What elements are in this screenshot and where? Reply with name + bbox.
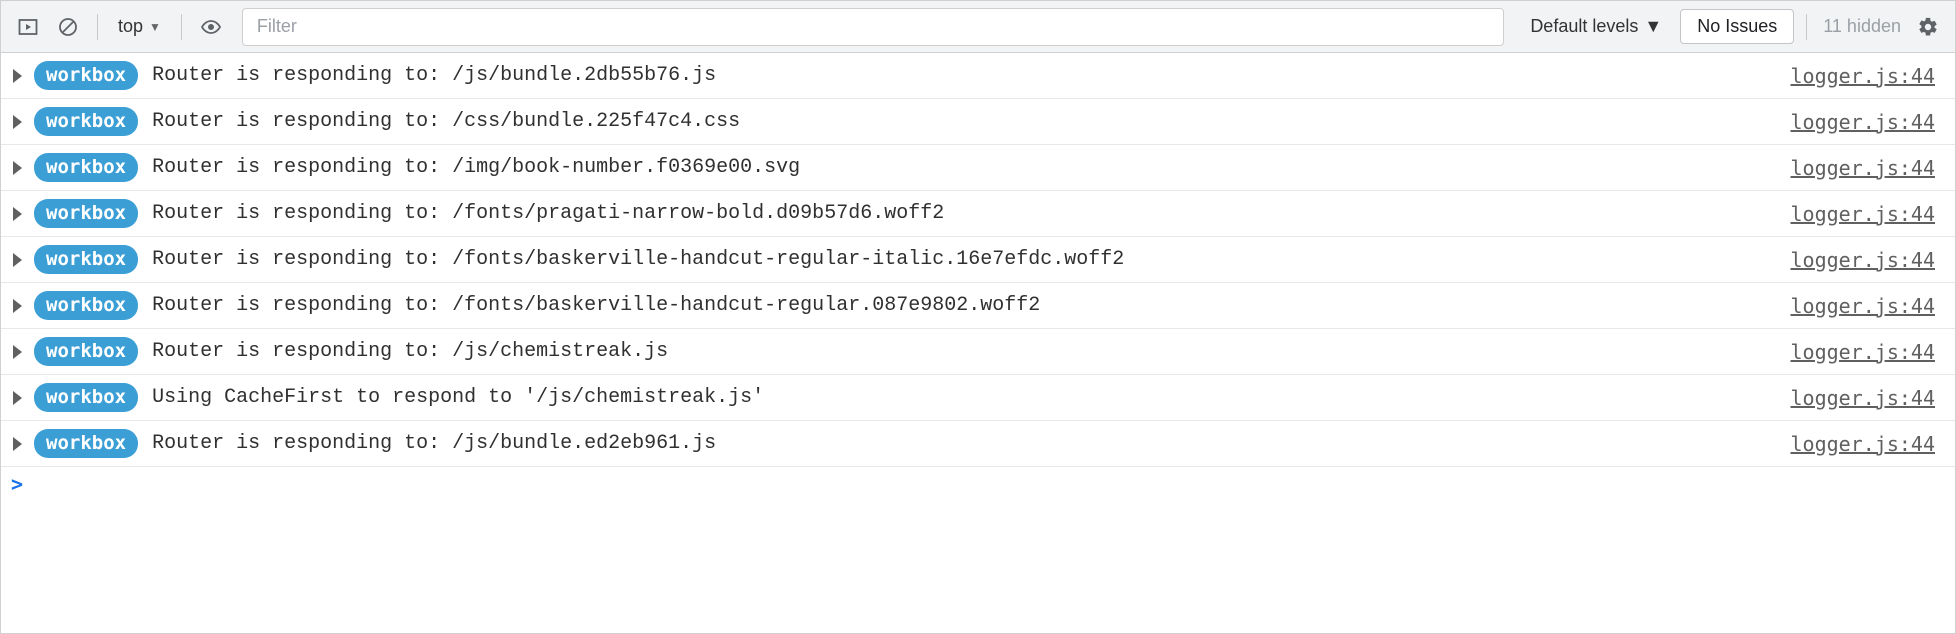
log-message: Router is responding to: /fonts/pragati-…	[152, 202, 1790, 225]
toggle-sidebar-button[interactable]	[11, 10, 45, 44]
eye-icon	[200, 16, 222, 38]
log-source-link[interactable]: logger.js:44	[1791, 64, 1944, 88]
log-tag-badge: workbox	[34, 429, 138, 458]
execution-context-selector[interactable]: top ▼	[110, 12, 169, 41]
log-tag-badge: workbox	[34, 291, 138, 320]
filter-input[interactable]	[242, 8, 1504, 46]
console-log-row[interactable]: workbox Router is responding to: /js/chem…	[1, 329, 1955, 375]
log-message: Router is responding to: /fonts/baskervi…	[152, 248, 1790, 271]
log-source-link[interactable]: logger.js:44	[1791, 202, 1944, 226]
log-tag-badge: workbox	[34, 107, 138, 136]
toolbar-divider	[1806, 14, 1807, 40]
context-label: top	[118, 16, 143, 37]
expand-arrow-icon[interactable]	[13, 345, 22, 359]
expand-arrow-icon[interactable]	[13, 437, 22, 451]
toolbar-divider	[97, 14, 98, 40]
console-prompt-row[interactable]: >	[1, 467, 1955, 501]
log-source-link[interactable]: logger.js:44	[1791, 432, 1944, 456]
chevron-down-icon: ▼	[1644, 16, 1662, 37]
chevron-down-icon: ▼	[149, 20, 161, 34]
console-toolbar: top ▼ Default levels ▼ No Issues 11 hidd…	[1, 1, 1955, 53]
prompt-caret-icon: >	[11, 472, 23, 496]
hidden-count-label[interactable]: 11 hidden	[1819, 16, 1905, 37]
log-tag-badge: workbox	[34, 337, 138, 366]
expand-arrow-icon[interactable]	[13, 253, 22, 267]
log-message: Router is responding to: /fonts/baskervi…	[152, 294, 1790, 317]
console-log-row[interactable]: workbox Router is responding to: /fonts/b…	[1, 237, 1955, 283]
expand-arrow-icon[interactable]	[13, 161, 22, 175]
expand-arrow-icon[interactable]	[13, 299, 22, 313]
log-message: Router is responding to: /css/bundle.225…	[152, 110, 1790, 133]
log-tag-badge: workbox	[34, 61, 138, 90]
log-message: Using CacheFirst to respond to '/js/chem…	[152, 386, 1790, 409]
expand-arrow-icon[interactable]	[13, 69, 22, 83]
console-log-row[interactable]: workbox Using CacheFirst to respond to '/…	[1, 375, 1955, 421]
log-tag-badge: workbox	[34, 245, 138, 274]
clear-console-button[interactable]	[51, 10, 85, 44]
expand-arrow-icon[interactable]	[13, 391, 22, 405]
console-settings-button[interactable]	[1911, 10, 1945, 44]
console-log-row[interactable]: workbox Router is responding to: /js/bund…	[1, 53, 1955, 99]
console-log-row[interactable]: workbox Router is responding to: /css/bun…	[1, 99, 1955, 145]
log-tag-badge: workbox	[34, 199, 138, 228]
log-message: Router is responding to: /img/book-numbe…	[152, 156, 1790, 179]
levels-label: Default levels	[1530, 16, 1638, 37]
log-source-link[interactable]: logger.js:44	[1791, 294, 1944, 318]
log-tag-badge: workbox	[34, 153, 138, 182]
issues-button[interactable]: No Issues	[1680, 9, 1794, 44]
log-source-link[interactable]: logger.js:44	[1791, 156, 1944, 180]
log-source-link[interactable]: logger.js:44	[1791, 248, 1944, 272]
panel-icon	[18, 17, 38, 37]
console-log-row[interactable]: workbox Router is responding to: /fonts/p…	[1, 191, 1955, 237]
live-expression-button[interactable]	[194, 10, 228, 44]
gear-icon	[1917, 16, 1939, 38]
expand-arrow-icon[interactable]	[13, 207, 22, 221]
console-log-list: workbox Router is responding to: /js/bund…	[1, 53, 1955, 467]
log-source-link[interactable]: logger.js:44	[1791, 110, 1944, 134]
log-levels-selector[interactable]: Default levels ▼	[1518, 12, 1674, 41]
clear-icon	[58, 17, 78, 37]
console-log-row[interactable]: workbox Router is responding to: /fonts/b…	[1, 283, 1955, 329]
log-message: Router is responding to: /js/bundle.2db5…	[152, 64, 1790, 87]
expand-arrow-icon[interactable]	[13, 115, 22, 129]
toolbar-divider	[181, 14, 182, 40]
log-message: Router is responding to: /js/bundle.ed2e…	[152, 432, 1790, 455]
console-log-row[interactable]: workbox Router is responding to: /img/boo…	[1, 145, 1955, 191]
log-message: Router is responding to: /js/chemistreak…	[152, 340, 1790, 363]
log-source-link[interactable]: logger.js:44	[1791, 386, 1944, 410]
log-source-link[interactable]: logger.js:44	[1791, 340, 1944, 364]
log-tag-badge: workbox	[34, 383, 138, 412]
console-log-row[interactable]: workbox Router is responding to: /js/bund…	[1, 421, 1955, 467]
